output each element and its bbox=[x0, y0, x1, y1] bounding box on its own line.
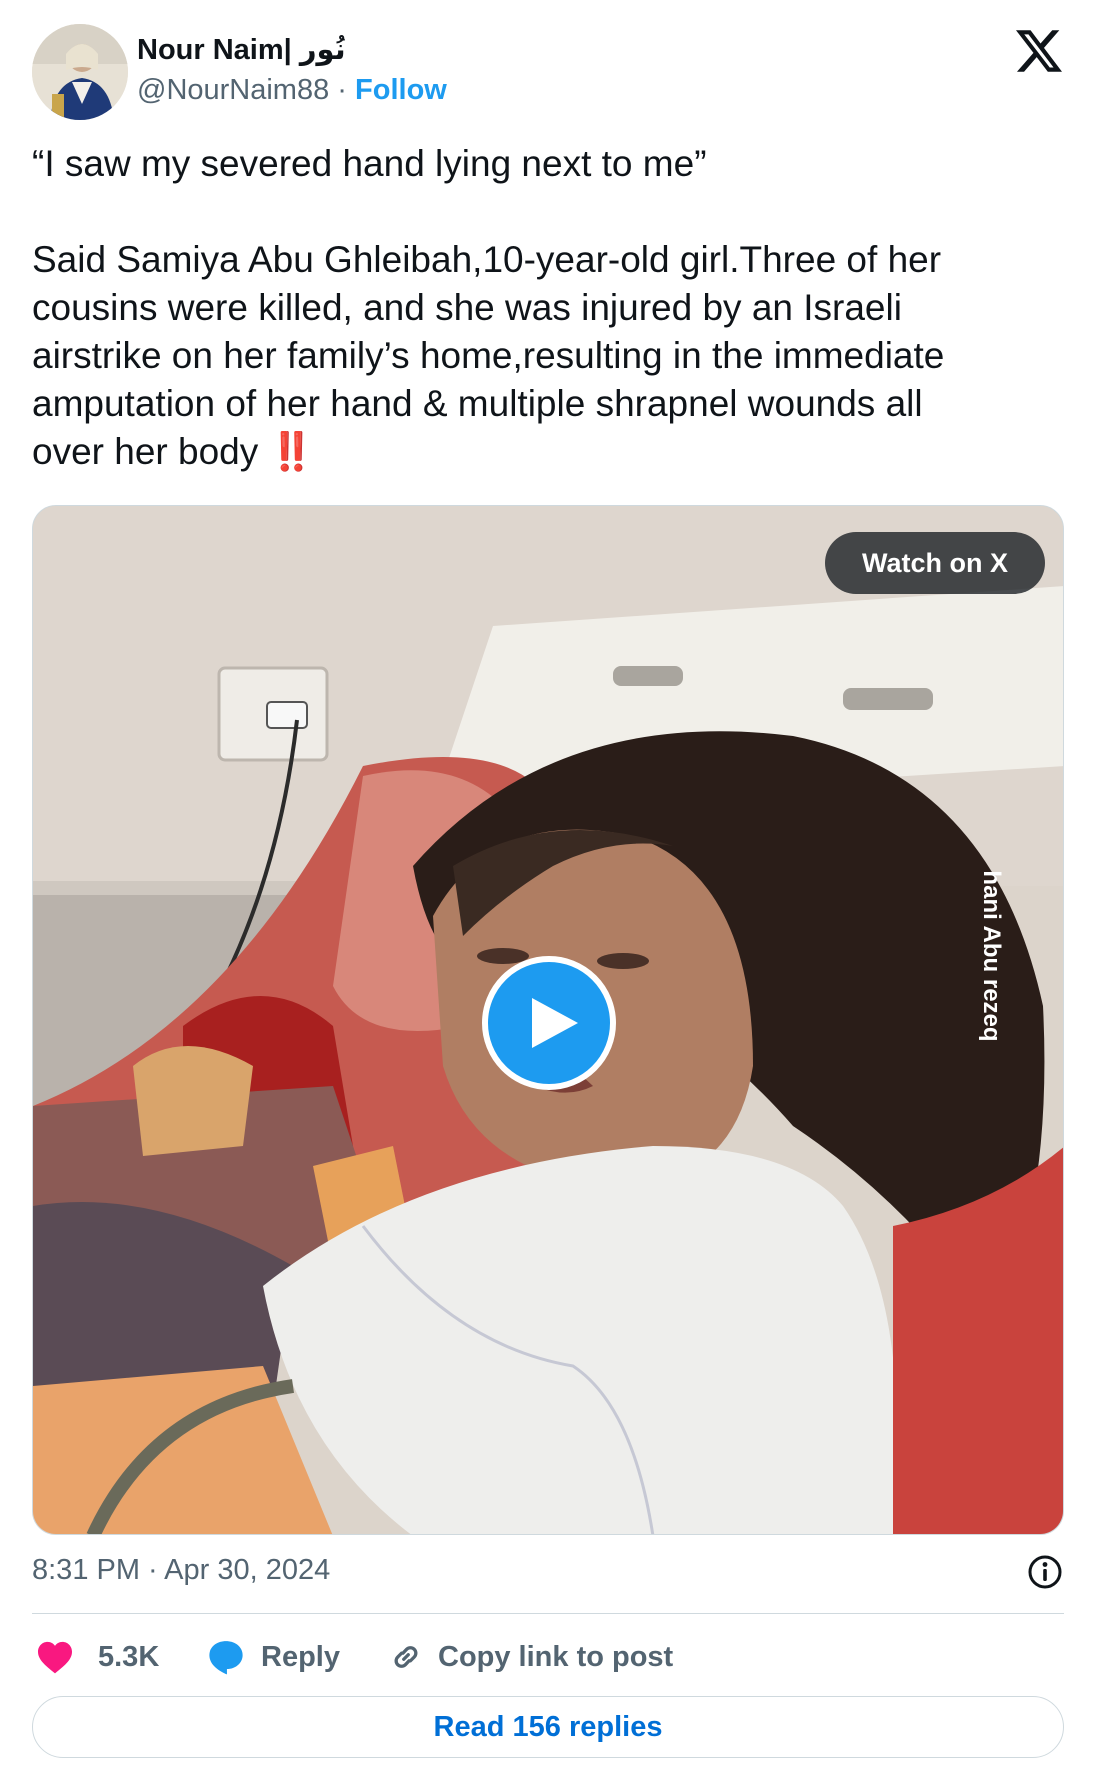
reply-bubble-icon bbox=[209, 1641, 243, 1675]
separator-dot: · bbox=[337, 74, 347, 106]
link-icon bbox=[394, 1646, 418, 1668]
reply-label: Reply bbox=[261, 1640, 340, 1673]
avatar[interactable] bbox=[32, 24, 128, 120]
follow-link[interactable]: Follow bbox=[355, 74, 447, 106]
x-logo-icon[interactable] bbox=[1016, 28, 1062, 74]
like-count: 5.3K bbox=[98, 1640, 160, 1673]
play-button[interactable] bbox=[482, 956, 616, 1090]
tweet-text-line: Said Samiya Abu Ghleibah,10-year-old gir… bbox=[32, 239, 942, 280]
tweet-text-line: airstrike on her family’s home,resulting… bbox=[32, 335, 945, 376]
double-exclamation-icon: ‼️ bbox=[268, 431, 315, 472]
tweet-header: Nour Naim| نُور @NourNaim88 · Follow bbox=[32, 24, 1064, 120]
tweet-quote-line: “I saw my severed hand lying next to me” bbox=[32, 143, 707, 184]
video-thumbnail[interactable]: Watch on X hani Abu rezeq bbox=[32, 505, 1064, 1535]
author-handle-row: @NourNaim88 · Follow bbox=[137, 74, 447, 107]
watch-on-x-button[interactable]: Watch on X bbox=[825, 532, 1045, 594]
author-name[interactable]: Nour Naim| نُور bbox=[137, 32, 346, 67]
tweet-text: “I saw my severed hand lying next to me”… bbox=[32, 140, 1064, 476]
like-button[interactable]: 5.3K bbox=[36, 1630, 159, 1684]
tweet-timestamp[interactable]: 8:31 PM · Apr 30, 2024 bbox=[32, 1554, 330, 1587]
play-icon bbox=[532, 998, 578, 1048]
heart-icon bbox=[38, 1641, 72, 1674]
reply-button[interactable]: Reply bbox=[207, 1630, 340, 1684]
divider bbox=[32, 1613, 1064, 1614]
tweet-actions: 5.3K Reply Copy link to post bbox=[32, 1630, 1064, 1684]
video-watermark: hani Abu rezeq bbox=[971, 856, 1011, 1056]
tweet-text-line: cousins were killed, and she was injured… bbox=[32, 287, 902, 328]
copy-link-label: Copy link to post bbox=[438, 1640, 674, 1673]
watermark-text: hani Abu rezeq bbox=[978, 870, 1005, 1042]
info-icon[interactable] bbox=[1026, 1553, 1064, 1591]
read-replies-button[interactable]: Read 156 replies bbox=[32, 1696, 1064, 1758]
tweet-card: Nour Naim| نُور @NourNaim88 · Follow “I … bbox=[0, 0, 1096, 1791]
tweet-text-line: amputation of her hand & multiple shrapn… bbox=[32, 383, 923, 424]
tweet-text-line-last: over her body ‼️ bbox=[32, 428, 1064, 476]
tweet-text-line: over her body bbox=[32, 431, 259, 472]
copy-link-button[interactable]: Copy link to post bbox=[388, 1630, 673, 1684]
author-handle[interactable]: @NourNaim88 bbox=[137, 74, 329, 106]
